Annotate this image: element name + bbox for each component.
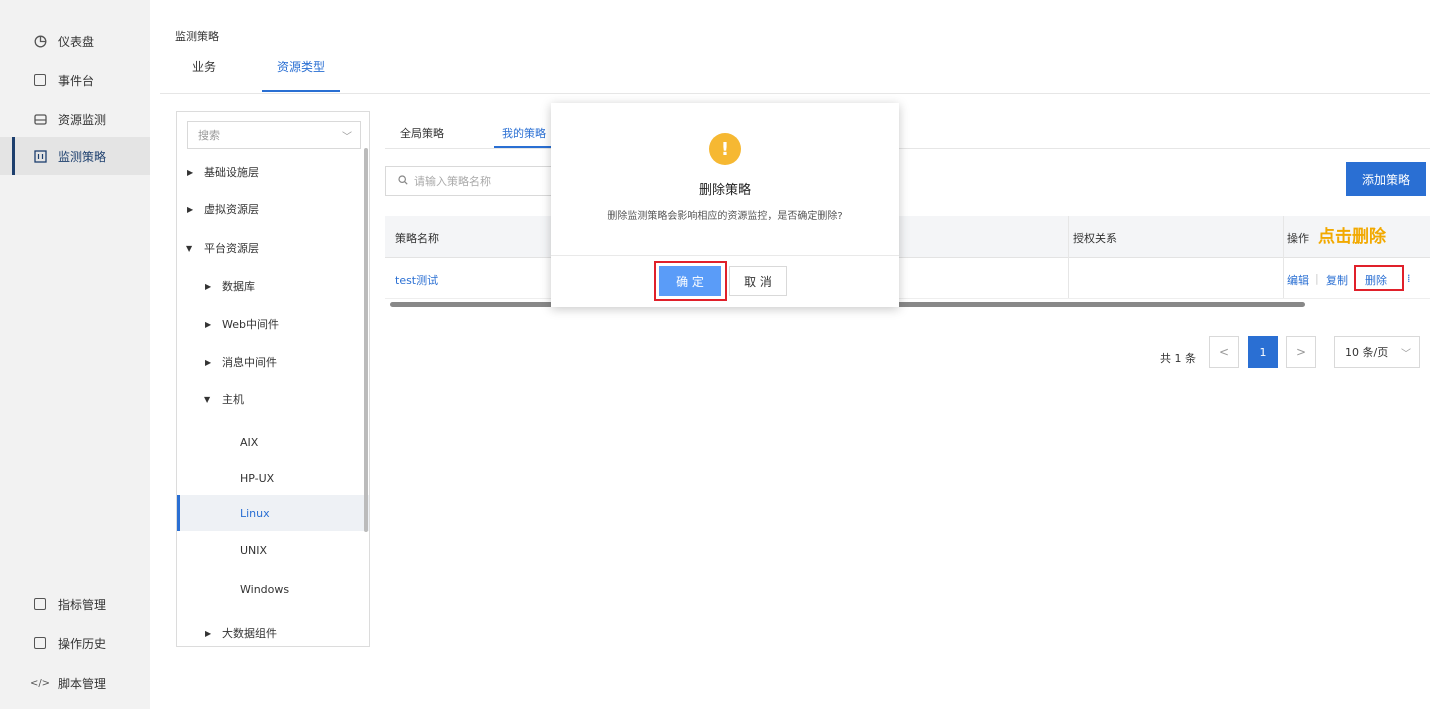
confirm-highlight-box: [654, 261, 727, 301]
dialog-message: 删除监测策略会影响相应的资源监控，是否确定删除?: [607, 211, 843, 222]
dialog-divider: [551, 255, 899, 256]
delete-confirm-dialog: ! 删除策略 删除监测策略会影响相应的资源监控，是否确定删除? 确 定 取 消: [551, 103, 899, 307]
cancel-button[interactable]: 取 消: [729, 266, 787, 296]
dialog-title: 删除策略: [698, 183, 751, 198]
warning-icon: !: [709, 133, 741, 165]
